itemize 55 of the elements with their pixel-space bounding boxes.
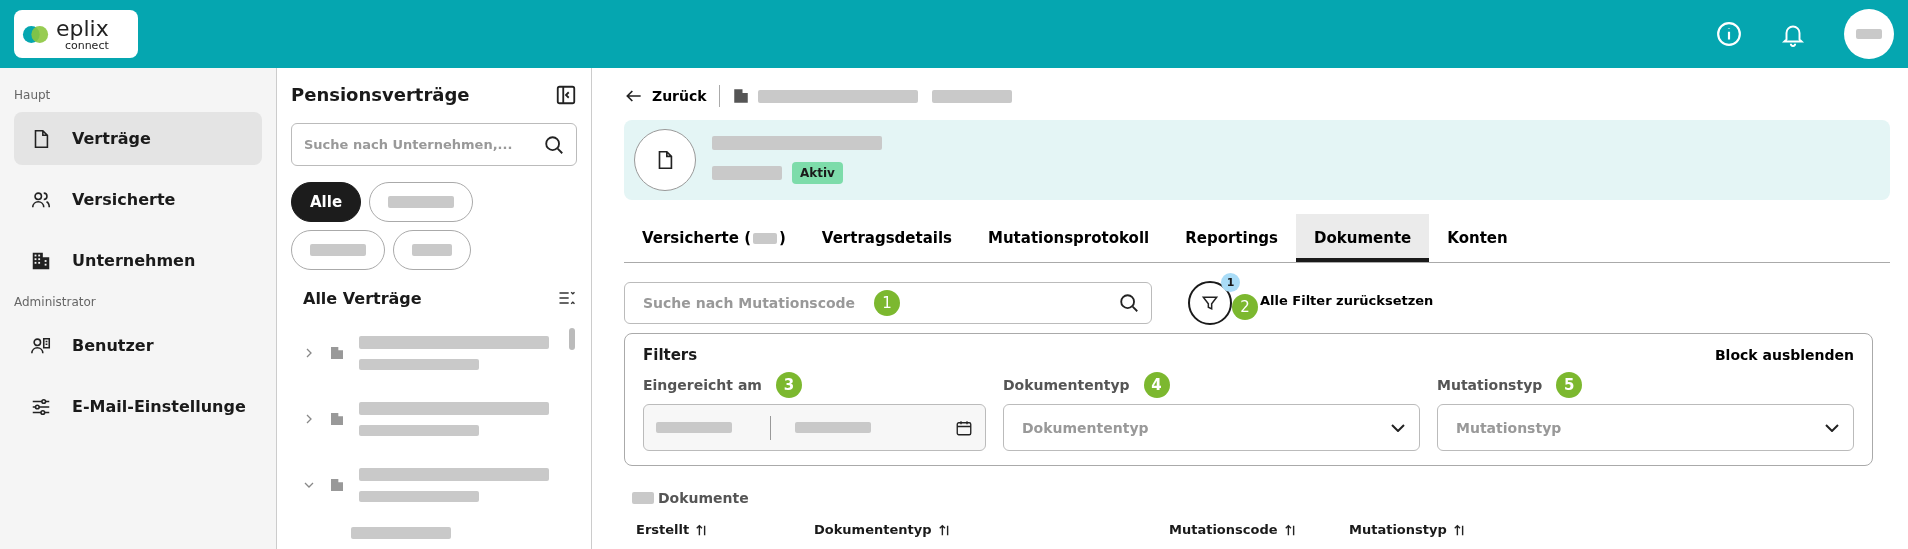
date-range-field[interactable] bbox=[643, 404, 986, 451]
field-label: Mutationstyp bbox=[1437, 377, 1543, 393]
calendar-icon[interactable] bbox=[955, 418, 973, 437]
step-marker: 2 bbox=[1232, 294, 1258, 320]
back-button[interactable]: Zurück bbox=[624, 86, 707, 106]
scrollbar[interactable] bbox=[569, 328, 575, 350]
search-field[interactable]: Suche nach Unternehmen,... bbox=[291, 123, 577, 166]
search-icon[interactable] bbox=[1118, 292, 1140, 314]
column-header[interactable]: Dokumententyp bbox=[814, 522, 1169, 537]
column-header[interactable]: Mutationscode bbox=[1169, 522, 1349, 537]
avatar[interactable] bbox=[1844, 9, 1894, 59]
field-label: Eingereicht am bbox=[643, 377, 762, 393]
logo-subtext: connect bbox=[64, 39, 109, 51]
field-label: Dokumententyp bbox=[1003, 377, 1130, 393]
redacted-text[interactable] bbox=[931, 89, 1012, 103]
info-icon[interactable] bbox=[1716, 21, 1742, 47]
nav-item[interactable]: E-Mail-Einstellunge bbox=[14, 380, 262, 433]
panel-title: Pensionsverträge bbox=[291, 84, 470, 105]
tab[interactable]: Reportings bbox=[1167, 214, 1297, 262]
search-icon[interactable] bbox=[543, 133, 565, 156]
redacted-text bbox=[712, 166, 782, 180]
chevron-down-icon bbox=[1391, 423, 1405, 432]
tab[interactable]: Dokumente bbox=[1296, 214, 1430, 262]
tab[interactable]: Versicherte ( ) bbox=[624, 214, 804, 262]
filter-chip[interactable] bbox=[291, 230, 385, 270]
count-badge: 1 bbox=[1221, 273, 1240, 292]
step-marker: 5 bbox=[1556, 372, 1583, 398]
logo-icon bbox=[22, 24, 50, 44]
nav-item[interactable]: Versicherte bbox=[14, 173, 262, 226]
step-marker: 4 bbox=[1143, 372, 1170, 398]
filter-chip[interactable] bbox=[393, 230, 471, 270]
nav-item[interactable]: Verträge bbox=[14, 112, 262, 165]
column-header[interactable]: Mutationstyp bbox=[1349, 522, 1549, 537]
nav-item[interactable]: Benutzer bbox=[14, 319, 262, 372]
tab[interactable]: Vertragsdetails bbox=[803, 214, 970, 262]
section-title: Administrator bbox=[14, 295, 97, 309]
filters-title: Filters bbox=[643, 346, 698, 364]
nav-item[interactable]: Unternehmen bbox=[14, 234, 262, 287]
step-marker: 3 bbox=[775, 372, 802, 398]
reset-filters-link[interactable]: Alle Filter zurücksetzen bbox=[1258, 292, 1434, 308]
section-title: Haupt bbox=[14, 88, 52, 102]
result-count: Dokumente bbox=[658, 490, 749, 506]
section-title: Alle Verträge bbox=[303, 288, 422, 308]
filter-chip[interactable] bbox=[369, 182, 474, 222]
column-header[interactable]: Erstellt bbox=[636, 522, 814, 537]
filter-icon bbox=[1200, 293, 1220, 313]
tab[interactable]: Mutationsprotokoll bbox=[970, 214, 1168, 262]
status-badge: Aktiv bbox=[792, 162, 843, 184]
logo-text: eplix bbox=[56, 17, 109, 40]
tab[interactable]: Konten bbox=[1429, 214, 1526, 262]
collapse-panel-icon[interactable] bbox=[555, 83, 577, 106]
filter-chip[interactable]: Alle bbox=[291, 182, 362, 222]
chevron-down-icon bbox=[1825, 423, 1839, 432]
redacted-text[interactable] bbox=[757, 89, 918, 103]
hide-block-link[interactable]: Block ausblenden bbox=[1714, 347, 1854, 363]
